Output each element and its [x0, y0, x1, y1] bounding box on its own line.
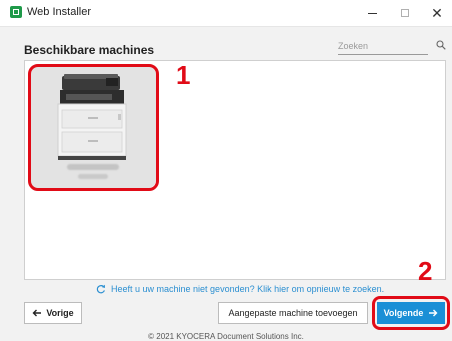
arrow-left-icon	[32, 309, 42, 317]
maximize-button[interactable]	[389, 0, 421, 26]
title-bar: Web Installer ✕	[0, 0, 452, 27]
close-button[interactable]: ✕	[421, 0, 452, 26]
web-installer-app-icon	[10, 6, 22, 18]
rescan-link[interactable]: Heeft u uw machine niet gevonden? Klik h…	[96, 284, 384, 294]
copyright-footer: © 2021 KYOCERA Document Solutions Inc.	[148, 332, 304, 341]
machine-card-highlight	[28, 64, 159, 191]
search-box	[338, 38, 446, 56]
back-button[interactable]: Vorige	[24, 302, 82, 324]
search-icon[interactable]	[436, 40, 446, 50]
maximize-icon	[401, 9, 409, 17]
back-button-label: Vorige	[46, 308, 74, 318]
callout-number-2: 2	[418, 256, 433, 286]
minimize-icon	[367, 12, 377, 14]
page-title: Beschikbare machines	[24, 43, 155, 57]
next-button-highlight	[372, 296, 450, 330]
search-input[interactable]	[338, 38, 428, 55]
callout-number-1: 1	[176, 60, 191, 90]
rescan-link-text[interactable]: Heeft u uw machine niet gevonden? Klik h…	[111, 284, 384, 294]
refresh-icon	[96, 284, 105, 294]
minimize-button[interactable]	[356, 0, 388, 26]
window-title: Web Installer	[27, 6, 91, 18]
add-custom-machine-button[interactable]: Aangepaste machine toevoegen	[218, 302, 368, 324]
